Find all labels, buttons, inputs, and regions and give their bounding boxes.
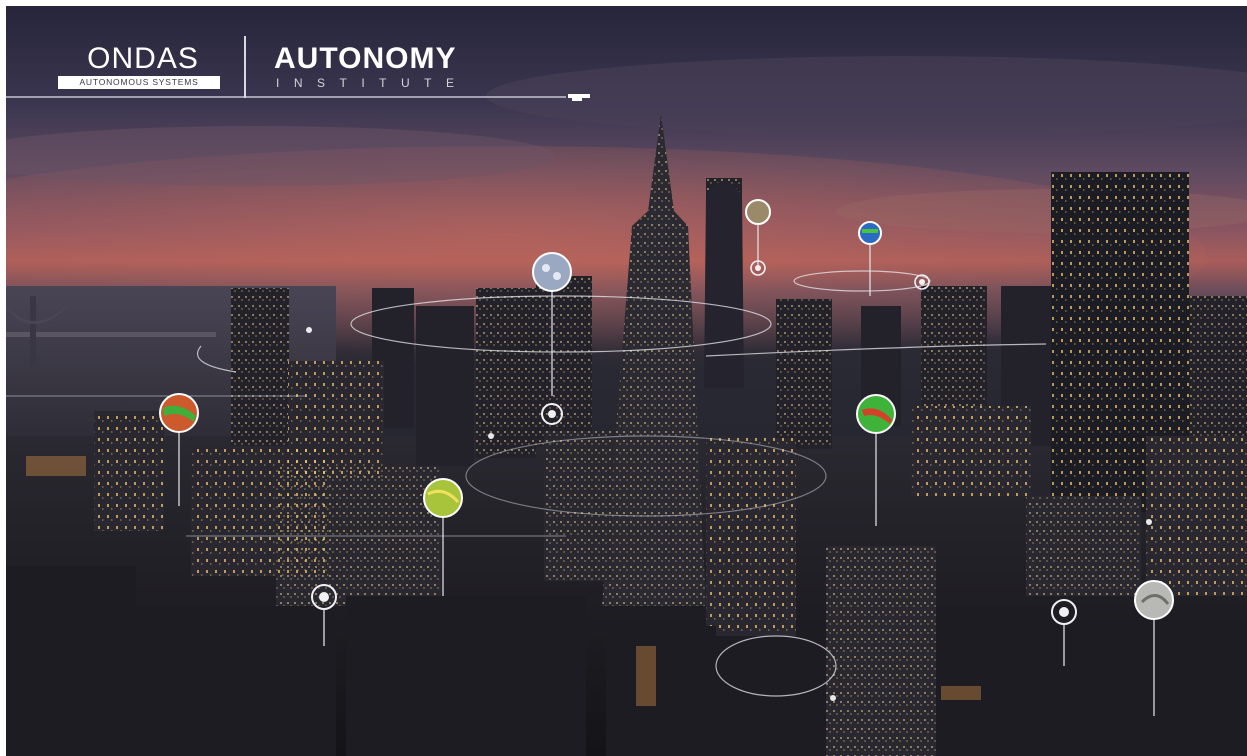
ondas-logo-wordmark: ONDAS [87,42,199,75]
ondas-logo-tagline: AUTONOMOUS SYSTEMS [58,76,220,89]
autonomy-logo-wordmark: AUTONOMY [274,42,457,75]
autonomy-logo-subtitle: INSTITUTE [276,76,469,90]
logo-divider [244,36,246,98]
hero-banner: ONDAS AUTONOMOUS SYSTEMS AUTONOMY INSTIT… [6,6,1247,756]
city-skyline-illustration [6,56,1247,756]
